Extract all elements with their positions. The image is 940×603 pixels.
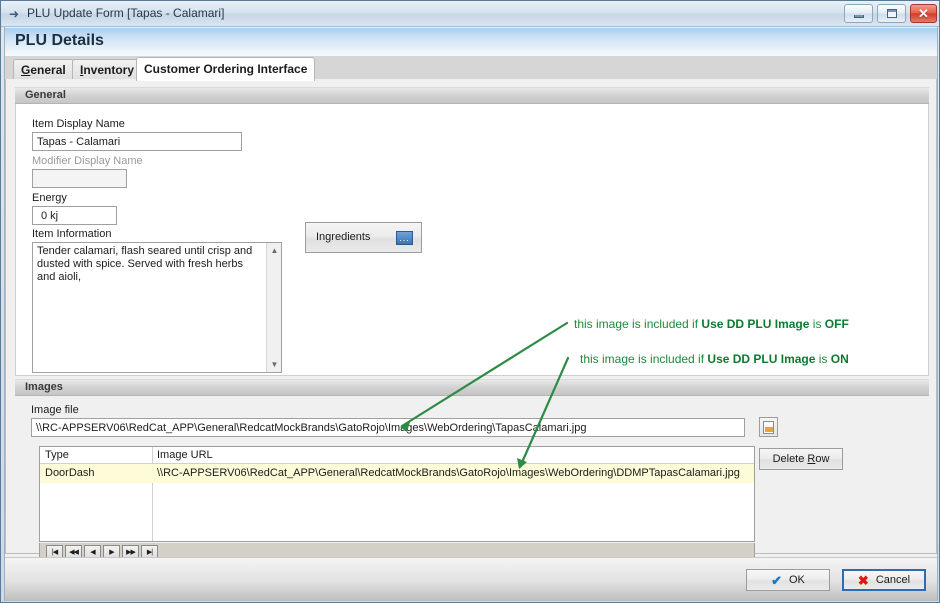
group-header-general-label: General <box>25 89 66 101</box>
group-header-images: Images <box>15 379 929 396</box>
cell-type: DoorDash <box>45 467 95 479</box>
tab-inventory[interactable]: Inventory <box>72 59 143 80</box>
ingredients-button-label: Ingredients <box>316 231 371 243</box>
cell-image-url: \\RC-APPSERV06\RedCat_APP\General\Redcat… <box>157 467 740 479</box>
cancel-button-label: Cancel <box>875 574 911 586</box>
ok-button[interactable]: ✔ OK <box>746 569 830 591</box>
modifier-display-name-input[interactable] <box>32 169 127 188</box>
images-section: Image file \\RC-APPSERV06\RedCat_APP\Gen… <box>15 396 929 561</box>
close-icon: ✕ <box>918 5 929 21</box>
dialog-footer: ✔ OK ✖ Cancel <box>5 557 937 601</box>
page-title: PLU Details <box>15 32 104 49</box>
energy-label: Energy <box>32 192 67 204</box>
minimize-button[interactable] <box>844 4 873 23</box>
column-header-image-url: Image URL <box>157 449 213 461</box>
item-information-textarea[interactable]: Tender calamari, flash seared until cris… <box>32 242 282 373</box>
page-header-band: PLU Details <box>5 28 937 56</box>
window-titlebar: ➜ PLU Update Form [Tapas - Calamari] ✕ <box>1 1 939 27</box>
ellipsis-icon[interactable]: ... <box>396 231 413 245</box>
annotation-label-off: this image is included if Use DD PLU Ima… <box>574 317 849 331</box>
minimize-icon <box>853 14 864 18</box>
item-information-scrollbar[interactable]: ▲ ▼ <box>266 243 281 372</box>
window-title: PLU Update Form [Tapas - Calamari] <box>27 6 225 20</box>
item-display-name-label: Item Display Name <box>32 118 125 130</box>
tab-general[interactable]: General <box>13 59 74 80</box>
ok-button-label: OK <box>789 574 805 586</box>
tab-strip: General Inventory Customer Ordering Inte… <box>5 56 937 81</box>
item-display-name-input[interactable]: Tapas - Calamari <box>32 132 242 151</box>
cross-icon: ✖ <box>857 572 869 588</box>
group-header-images-label: Images <box>25 381 63 393</box>
energy-input[interactable]: 0 kj <box>32 206 117 225</box>
image-file-input[interactable]: \\RC-APPSERV06\RedCat_APP\General\Redcat… <box>31 418 745 437</box>
browse-file-icon <box>763 420 774 434</box>
item-information-text: Tender calamari, flash seared until cris… <box>37 245 256 283</box>
item-information-label: Item Information <box>32 228 112 240</box>
modifier-display-name-label: Modifier Display Name <box>32 155 143 167</box>
annotation-label-on: this image is included if Use DD PLU Ima… <box>580 352 849 366</box>
group-header-general: General <box>15 87 929 104</box>
delete-row-button[interactable]: Delete Row <box>759 448 843 470</box>
general-section: Item Display Name Tapas - Calamari Modif… <box>15 104 929 376</box>
checkmark-icon: ✔ <box>771 572 782 588</box>
grid-column-separator <box>152 447 153 541</box>
column-header-type: Type <box>45 449 69 461</box>
maximize-button[interactable] <box>877 4 906 23</box>
delete-row-button-label: Delete Row <box>772 453 830 465</box>
image-file-label: Image file <box>31 404 79 416</box>
images-grid-header: Type Image URL <box>40 447 754 464</box>
browse-file-button[interactable] <box>759 417 778 437</box>
tab-customer-ordering-interface[interactable]: Customer Ordering Interface <box>136 57 316 81</box>
table-row[interactable]: DoorDash \\RC-APPSERV06\RedCat_APP\Gener… <box>40 464 754 483</box>
window-icon: ➜ <box>9 7 20 21</box>
plu-update-form-window: ➜ PLU Update Form [Tapas - Calamari] ✕ P… <box>0 0 940 603</box>
ingredients-button[interactable]: Ingredients ... <box>305 222 422 253</box>
scroll-up-icon[interactable]: ▲ <box>267 243 281 258</box>
maximize-icon <box>886 9 897 18</box>
images-grid[interactable]: Type Image URL DoorDash \\RC-APPSERV06\R… <box>39 446 755 542</box>
cancel-button[interactable]: ✖ Cancel <box>842 569 926 591</box>
scroll-down-icon[interactable]: ▼ <box>267 357 281 372</box>
close-button[interactable]: ✕ <box>910 4 937 23</box>
